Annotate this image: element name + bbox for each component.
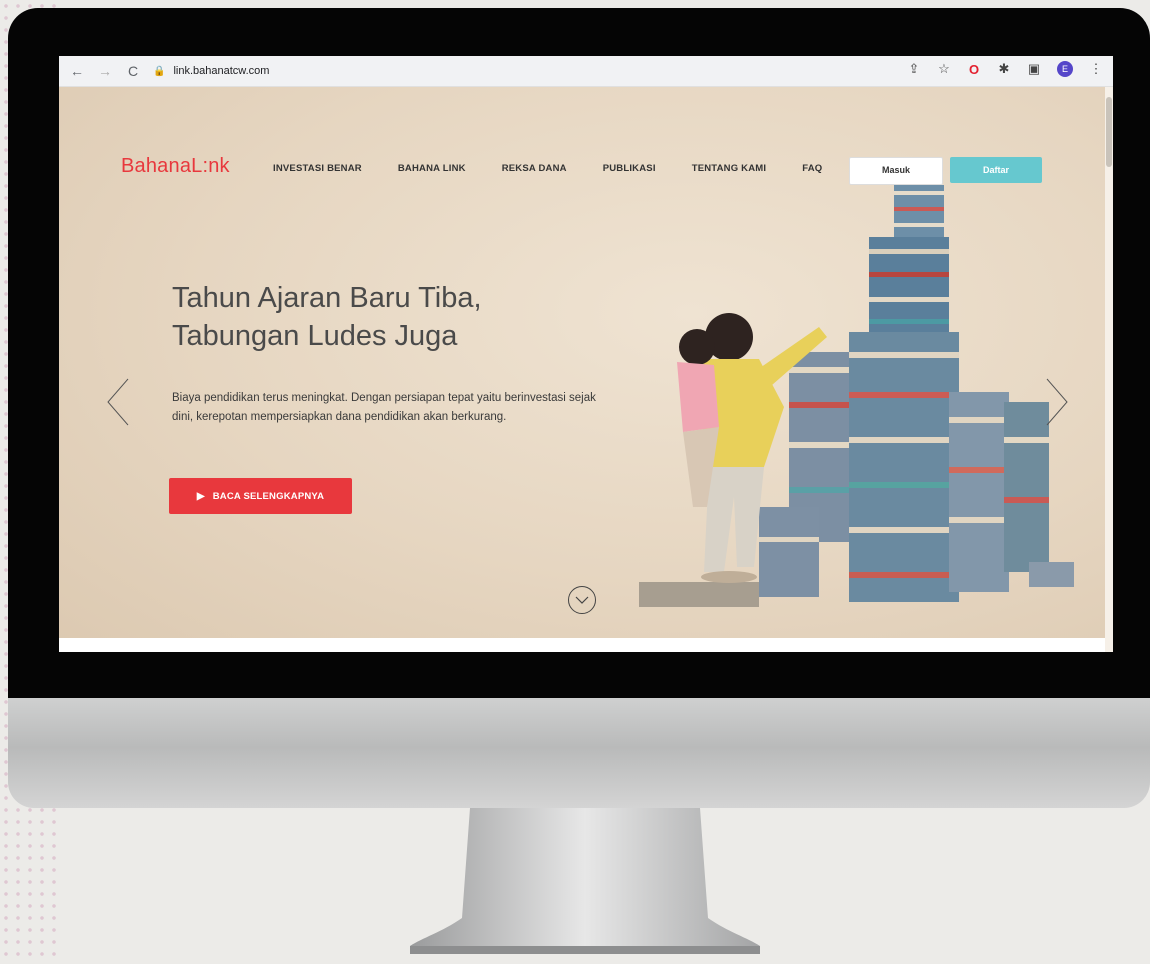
- nav-item-investasi-benar[interactable]: INVESTASI BENAR: [273, 163, 362, 174]
- extensions-icon[interactable]: ✱: [997, 61, 1011, 77]
- scrollbar-thumb[interactable]: [1106, 97, 1112, 167]
- url-text: link.bahanatcw.com: [173, 65, 270, 77]
- page-scrollbar[interactable]: [1105, 87, 1113, 652]
- carousel-prev-icon[interactable]: [104, 377, 134, 427]
- menu-icon[interactable]: ⋮: [1089, 61, 1103, 77]
- web-page: BahanaL:nk INVESTASI BENAR BAHANA LINK R…: [59, 87, 1113, 652]
- browser-actions: ⇪ ☆ O ✱ ▣ E ⋮: [907, 61, 1103, 77]
- address-bar[interactable]: 🔒 link.bahanatcw.com: [153, 60, 893, 82]
- nav-item-tentang-kami[interactable]: TENTANG KAMI: [692, 163, 767, 174]
- main-nav: INVESTASI BENAR BAHANA LINK REKSA DANA P…: [273, 163, 858, 174]
- carousel-next-icon[interactable]: [1041, 377, 1071, 427]
- nav-item-bahana-link[interactable]: BAHANA LINK: [398, 163, 466, 174]
- star-icon[interactable]: ☆: [937, 61, 951, 77]
- browser-window: ← → C 🔒 link.bahanatcw.com ⇪ ☆ O ✱ ▣ E ⋮…: [59, 56, 1113, 652]
- forward-icon[interactable]: →: [95, 63, 115, 79]
- read-more-button[interactable]: ▶ BACA SELENGKAPNYA: [169, 478, 352, 514]
- hero-title-line1: Tahun Ajaran Baru Tiba,: [172, 282, 482, 315]
- reload-icon[interactable]: C: [123, 63, 143, 79]
- opera-icon[interactable]: O: [967, 62, 981, 77]
- play-icon: ▶: [196, 490, 205, 502]
- sidepanel-icon[interactable]: ▣: [1027, 61, 1041, 77]
- nav-item-publikasi[interactable]: PUBLIKASI: [603, 163, 656, 174]
- nav-item-faq[interactable]: FAQ: [802, 163, 822, 174]
- hero-title-line2: Tabungan Ludes Juga: [172, 320, 458, 353]
- imac-monitor: ← → C 🔒 link.bahanatcw.com ⇪ ☆ O ✱ ▣ E ⋮…: [8, 8, 1150, 808]
- monitor-stand: [410, 808, 760, 954]
- profile-icon[interactable]: E: [1057, 61, 1073, 77]
- lock-icon: 🔒: [153, 65, 166, 77]
- read-more-label: BACA SELENGKAPNYA: [212, 490, 325, 502]
- share-icon[interactable]: ⇪: [907, 61, 921, 77]
- hero-description: Biaya pendidikan terus meningkat. Dengan…: [172, 391, 596, 423]
- monitor-chin: [8, 698, 1150, 808]
- nav-item-reksa-dana[interactable]: REKSA DANA: [502, 163, 567, 174]
- scroll-down-icon[interactable]: [567, 585, 597, 615]
- page-bottom-strip: [59, 638, 1113, 652]
- site-logo[interactable]: BahanaL:nk: [121, 155, 230, 178]
- browser-toolbar: ← → C 🔒 link.bahanatcw.com ⇪ ☆ O ✱ ▣ E ⋮: [59, 56, 1113, 87]
- hero-title: Tahun Ajaran Baru Tiba, Tabungan Ludes J…: [172, 279, 592, 355]
- hero-illustration: [639, 185, 1074, 607]
- back-icon[interactable]: ←: [67, 63, 87, 79]
